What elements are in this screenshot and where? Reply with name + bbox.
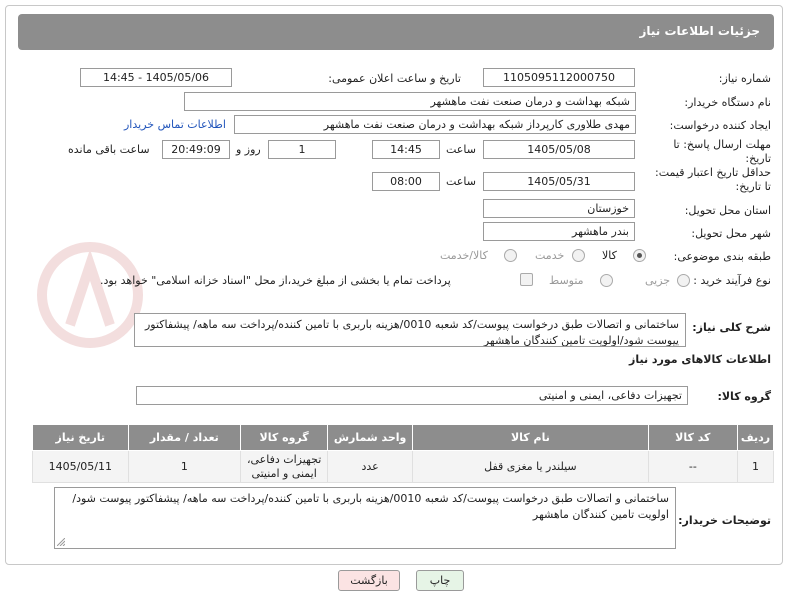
category-radio-service[interactable] [572, 249, 585, 262]
reply-deadline-label-2: تاریخ: [745, 152, 771, 165]
reply-deadline-label-1: مهلت ارسال پاسخ: تا [673, 138, 771, 151]
price-validity-label-2: تا تاریخ: [735, 180, 771, 193]
process-option-minor: جزیی [645, 274, 671, 287]
table-row: 1 -- سیلندر یا مغزی قفل عدد تجهیزات دفاع… [32, 450, 775, 483]
cell-group: تجهیزات دفاعی، ایمنی و امنیتی [240, 450, 329, 483]
col-code: کد کالا [647, 424, 738, 451]
general-desc-label: شرح کلی نیاز: [692, 321, 771, 334]
goods-table: ردیف کد کالا نام کالا واحد شمارش گروه کا… [32, 424, 775, 483]
category-radio-goods[interactable] [633, 249, 646, 262]
buyer-org-value: شبکه بهداشت و درمان صنعت نفت ماهشهر [184, 92, 636, 111]
cell-unit: عدد [327, 450, 414, 483]
remaining-time: 20:49:09 [162, 140, 230, 159]
reply-deadline-date: 1405/05/08 [483, 140, 635, 159]
cell-name: سیلندر یا مغزی قفل [412, 450, 649, 483]
back-button[interactable]: بازگشت [338, 570, 400, 591]
requester-label: ایجاد کننده درخواست: [669, 119, 771, 132]
general-desc-value: ساختمانی و اتصالات طبق درخواست پیوست/کد … [134, 313, 686, 347]
col-unit: واحد شمارش [327, 424, 414, 451]
buyer-notes-text: ساختمانی و اتصالات طبق درخواست پیوست/کد … [72, 492, 669, 521]
col-row: ردیف [736, 424, 775, 451]
category-option-goods: کالا [602, 249, 617, 262]
announce-datetime-label: تاریخ و ساعت اعلان عمومی: [328, 72, 461, 85]
reply-deadline-time-label: ساعت [446, 143, 476, 156]
cell-qty: 1 [127, 450, 242, 483]
process-type-label: نوع فرآیند خرید : [693, 274, 771, 287]
col-group: گروه کالا [240, 424, 329, 451]
remaining-label: ساعت باقی مانده [68, 143, 150, 156]
cell-row: 1 [736, 450, 775, 483]
category-label: طبقه بندی موضوعی: [673, 250, 771, 263]
need-number-value: 1105095112000750 [483, 68, 635, 87]
col-name: نام کالا [412, 424, 649, 451]
cell-code: -- [647, 450, 738, 483]
price-validity-time-label: ساعت [446, 175, 476, 188]
goods-table-header: ردیف کد کالا نام کالا واحد شمارش گروه کا… [32, 424, 775, 451]
reply-deadline-time: 14:45 [372, 140, 440, 159]
requester-value: مهدی طلاوری کارپرداز شبکه بهداشت و درمان… [234, 115, 636, 134]
goods-group-label: گروه کالا: [717, 390, 771, 403]
days-label: روز و [236, 143, 261, 156]
buyer-notes-label: توضیحات خریدار: [678, 514, 771, 527]
process-radio-minor[interactable] [677, 274, 690, 287]
category-option-goods-service: کالا/خدمت [440, 249, 488, 262]
buyer-notes-value: ساختمانی و اتصالات طبق درخواست پیوست/کد … [54, 487, 676, 549]
price-validity-time: 08:00 [372, 172, 440, 191]
process-radio-medium[interactable] [600, 274, 613, 287]
announce-datetime-value: 1405/05/06 - 14:45 [80, 68, 232, 87]
panel-header: جزئیات اطلاعات نیاز [18, 14, 774, 50]
cell-date: 1405/05/11 [32, 450, 129, 483]
print-button[interactable]: چاپ [416, 570, 464, 591]
need-number-label: شماره نیاز: [718, 72, 771, 85]
delivery-city-label: شهر محل تحویل: [691, 227, 771, 240]
treasury-payment-checkbox[interactable] [520, 273, 533, 286]
category-option-service: خدمت [535, 249, 565, 262]
treasury-payment-note: پرداخت تمام یا بخشی از مبلغ خرید،از محل … [100, 274, 451, 287]
page-title: جزئیات اطلاعات نیاز [639, 24, 760, 38]
delivery-province-value: خوزستان [483, 199, 635, 218]
col-date: تاریخ نیاز [32, 424, 129, 451]
price-validity-label-1: حداقل تاریخ اعتبار قیمت: [655, 166, 771, 179]
goods-group-value: تجهیزات دفاعی، ایمنی و امنیتی [136, 386, 688, 405]
goods-section-title: اطلاعات کالاهای مورد نیاز [629, 353, 771, 366]
process-option-medium: متوسط [549, 274, 584, 287]
col-qty: تعداد / مقدار [127, 424, 242, 451]
buyer-org-label: نام دستگاه خریدار: [684, 96, 771, 109]
resize-grip-icon[interactable] [57, 538, 65, 546]
price-validity-date: 1405/05/31 [483, 172, 635, 191]
delivery-city-value: بندر ماهشهر [483, 222, 635, 241]
category-radio-goods-service[interactable] [504, 249, 517, 262]
delivery-province-label: استان محل تحویل: [684, 204, 771, 217]
buyer-contact-link[interactable]: اطلاعات تماس خریدار [124, 118, 226, 131]
reply-deadline-days: 1 [268, 140, 336, 159]
